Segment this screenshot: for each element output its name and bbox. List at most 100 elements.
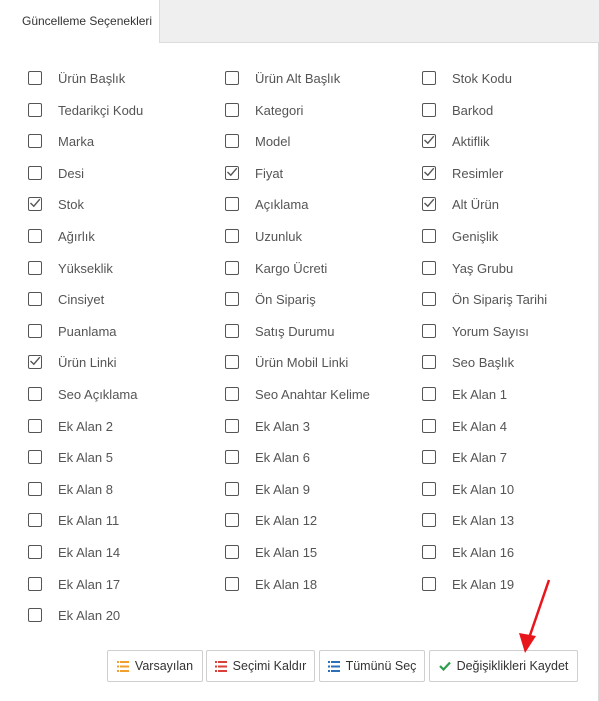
option-on-siparis[interactable]: Ön Sipariş [225, 289, 316, 309]
option-ek-alan-12[interactable]: Ek Alan 12 [225, 510, 317, 530]
option-ek-alan-20[interactable]: Ek Alan 20 [28, 605, 120, 625]
option-tedarikci-kodu[interactable]: Tedarikçi Kodu [28, 100, 143, 120]
option-checkbox[interactable] [28, 355, 42, 369]
option-ek-alan-7[interactable]: Ek Alan 7 [422, 447, 507, 467]
option-alt-urun[interactable]: Alt Ürün [422, 194, 499, 214]
option-ek-alan-3[interactable]: Ek Alan 3 [225, 416, 310, 436]
option-checkbox[interactable] [422, 513, 436, 527]
defaults-button[interactable]: Varsayılan [107, 650, 203, 682]
option-checkbox[interactable] [422, 103, 436, 117]
option-ek-alan-6[interactable]: Ek Alan 6 [225, 447, 310, 467]
option-checkbox[interactable] [422, 387, 436, 401]
option-yas-grubu[interactable]: Yaş Grubu [422, 258, 513, 278]
option-ek-alan-19[interactable]: Ek Alan 19 [422, 574, 514, 594]
option-ek-alan-2[interactable]: Ek Alan 2 [28, 416, 113, 436]
option-barkod[interactable]: Barkod [422, 100, 493, 120]
option-urun-mobil-linki[interactable]: Ürün Mobil Linki [225, 352, 348, 372]
option-checkbox[interactable] [422, 197, 436, 211]
option-cinsiyet[interactable]: Cinsiyet [28, 289, 104, 309]
option-fiyat[interactable]: Fiyat [225, 163, 283, 183]
option-checkbox[interactable] [225, 166, 239, 180]
option-checkbox[interactable] [422, 324, 436, 338]
option-seo-anahtar-kelime[interactable]: Seo Anahtar Kelime [225, 384, 370, 404]
option-checkbox[interactable] [225, 482, 239, 496]
option-checkbox[interactable] [28, 261, 42, 275]
option-ek-alan-17[interactable]: Ek Alan 17 [28, 574, 120, 594]
option-marka[interactable]: Marka [28, 131, 94, 151]
option-kategori[interactable]: Kategori [225, 100, 303, 120]
select-all-button[interactable]: Tümünü Seç [319, 650, 425, 682]
option-checkbox[interactable] [225, 355, 239, 369]
option-resimler[interactable]: Resimler [422, 163, 503, 183]
option-checkbox[interactable] [28, 513, 42, 527]
option-checkbox[interactable] [225, 545, 239, 559]
option-checkbox[interactable] [422, 292, 436, 306]
option-checkbox[interactable] [422, 166, 436, 180]
option-ek-alan-16[interactable]: Ek Alan 16 [422, 542, 514, 562]
option-ek-alan-1[interactable]: Ek Alan 1 [422, 384, 507, 404]
option-checkbox[interactable] [28, 292, 42, 306]
option-ek-alan-10[interactable]: Ek Alan 10 [422, 479, 514, 499]
option-checkbox[interactable] [422, 229, 436, 243]
option-ek-alan-11[interactable]: Ek Alan 11 [28, 510, 119, 530]
option-satis-durumu[interactable]: Satış Durumu [225, 321, 334, 341]
option-checkbox[interactable] [225, 292, 239, 306]
option-checkbox[interactable] [225, 134, 239, 148]
option-checkbox[interactable] [28, 419, 42, 433]
option-checkbox[interactable] [422, 355, 436, 369]
option-ek-alan-9[interactable]: Ek Alan 9 [225, 479, 310, 499]
option-checkbox[interactable] [225, 229, 239, 243]
option-aktiflik[interactable]: Aktiflik [422, 131, 490, 151]
option-checkbox[interactable] [422, 545, 436, 559]
option-checkbox[interactable] [225, 387, 239, 401]
option-checkbox[interactable] [225, 197, 239, 211]
option-ek-alan-5[interactable]: Ek Alan 5 [28, 447, 113, 467]
option-urun-linki[interactable]: Ürün Linki [28, 352, 117, 372]
option-checkbox[interactable] [28, 482, 42, 496]
option-checkbox[interactable] [28, 450, 42, 464]
option-checkbox[interactable] [225, 577, 239, 591]
option-model[interactable]: Model [225, 131, 290, 151]
option-aciklama[interactable]: Açıklama [225, 194, 308, 214]
option-checkbox[interactable] [28, 134, 42, 148]
option-checkbox[interactable] [28, 577, 42, 591]
option-checkbox[interactable] [225, 450, 239, 464]
option-checkbox[interactable] [225, 103, 239, 117]
option-desi[interactable]: Desi [28, 163, 84, 183]
option-ek-alan-18[interactable]: Ek Alan 18 [225, 574, 317, 594]
option-checkbox[interactable] [422, 134, 436, 148]
option-seo-aciklama[interactable]: Seo Açıklama [28, 384, 138, 404]
option-checkbox[interactable] [422, 577, 436, 591]
option-checkbox[interactable] [225, 261, 239, 275]
option-checkbox[interactable] [225, 419, 239, 433]
option-genislik[interactable]: Genişlik [422, 226, 498, 246]
option-ek-alan-13[interactable]: Ek Alan 13 [422, 510, 514, 530]
option-urun-alt-baslik[interactable]: Ürün Alt Başlık [225, 68, 340, 88]
option-puanlama[interactable]: Puanlama [28, 321, 117, 341]
option-checkbox[interactable] [28, 103, 42, 117]
option-checkbox[interactable] [225, 324, 239, 338]
option-checkbox[interactable] [422, 419, 436, 433]
option-urun-baslik[interactable]: Ürün Başlık [28, 68, 125, 88]
clear-selection-button[interactable]: Seçimi Kaldır [206, 650, 315, 682]
option-ek-alan-8[interactable]: Ek Alan 8 [28, 479, 113, 499]
option-stok-kodu[interactable]: Stok Kodu [422, 68, 512, 88]
option-seo-baslik[interactable]: Seo Başlık [422, 352, 514, 372]
option-checkbox[interactable] [28, 387, 42, 401]
option-checkbox[interactable] [225, 513, 239, 527]
option-checkbox[interactable] [225, 71, 239, 85]
option-agirlik[interactable]: Ağırlık [28, 226, 95, 246]
option-stok[interactable]: Stok [28, 194, 84, 214]
option-on-siparis-tarihi[interactable]: Ön Sipariş Tarihi [422, 289, 547, 309]
option-checkbox[interactable] [28, 229, 42, 243]
option-uzunluk[interactable]: Uzunluk [225, 226, 302, 246]
option-checkbox[interactable] [28, 608, 42, 622]
option-kargo-ucreti[interactable]: Kargo Ücreti [225, 258, 327, 278]
option-checkbox[interactable] [28, 71, 42, 85]
option-yorum-sayisi[interactable]: Yorum Sayısı [422, 321, 529, 341]
tab-update-options[interactable]: Güncelleme Seçenekleri [0, 0, 160, 43]
option-checkbox[interactable] [28, 545, 42, 559]
option-checkbox[interactable] [422, 261, 436, 275]
option-ek-alan-14[interactable]: Ek Alan 14 [28, 542, 120, 562]
option-yukseklik[interactable]: Yükseklik [28, 258, 113, 278]
